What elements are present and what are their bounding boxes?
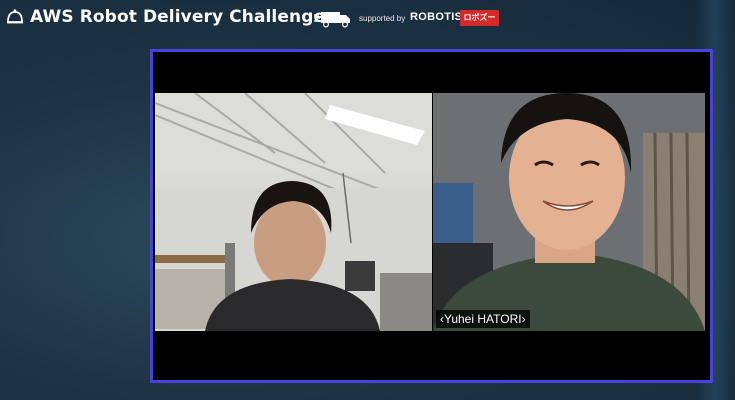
participant-name-label: ‹Yuhei HATORI›	[436, 310, 530, 328]
robotis-logo: ROBOTIS	[410, 11, 463, 23]
robot-dome-icon	[7, 9, 23, 24]
header-bar: AWS Robot Delivery Challenge supported b…	[0, 0, 735, 36]
delivery-truck-icon	[314, 12, 350, 28]
participant-video-left	[155, 93, 432, 331]
video-call-frame: ‹Yuhei HATORI›	[150, 49, 713, 383]
video-scene-right	[433, 93, 705, 331]
supported-by-text: supported by	[359, 14, 406, 23]
participant-video-right	[433, 93, 705, 331]
page-title: AWS Robot Delivery Challenge	[30, 7, 326, 27]
robozoo-logo: ロボズー	[460, 10, 499, 26]
video-scene-left	[155, 93, 432, 331]
